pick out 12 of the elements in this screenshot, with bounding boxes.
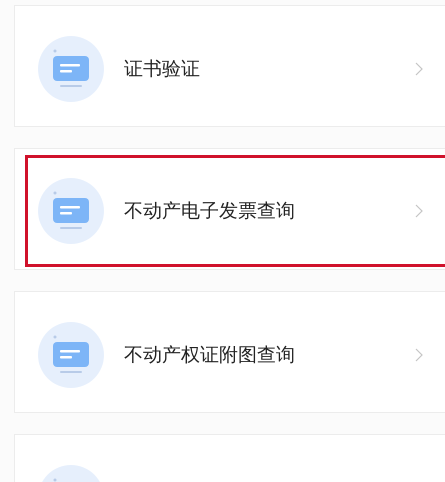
chevron-right-icon: [415, 62, 423, 76]
document-icon: [38, 322, 104, 388]
menu-card[interactable]: 不动产电子发票查询: [14, 148, 445, 270]
menu-card[interactable]: 不动产权证附图查询: [14, 291, 445, 413]
chevron-right-icon: [415, 348, 423, 362]
document-icon: [38, 36, 104, 102]
chevron-right-icon: [415, 204, 423, 218]
document-icon: [38, 178, 104, 244]
menu-label: 不动产电子发票查询: [124, 199, 296, 224]
menu-label: 证书验证: [124, 57, 201, 82]
menu-label: 不动产权证附图查询: [124, 343, 296, 368]
menu-card[interactable]: 证书验证: [14, 5, 445, 127]
